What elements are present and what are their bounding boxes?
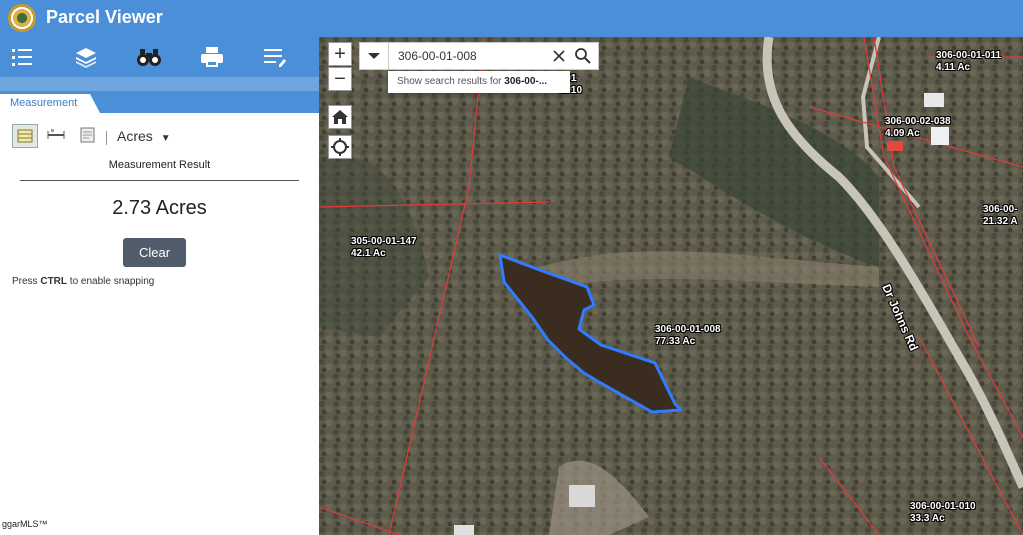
panel-tabbar: Measurement: [0, 91, 319, 113]
layers-icon[interactable]: [73, 45, 99, 69]
parcel-label: 306-00-01-008 77.33 Ac: [655, 324, 721, 347]
satellite-imagery: [319, 37, 1023, 535]
parcel-label: 306-00-01-010 33.3 Ac: [910, 501, 976, 524]
edit-list-icon[interactable]: [262, 45, 288, 69]
snapping-hint: Press CTRL to enable snapping: [12, 276, 155, 287]
hint-key: CTRL: [40, 276, 68, 287]
result-label: Measurement Result: [108, 159, 211, 171]
clear-search-icon[interactable]: [550, 47, 568, 70]
measurement-panel: Acres ▼ Measurement Result 2.73 Acres Cl…: [0, 113, 319, 535]
zoom-in-button[interactable]: +: [328, 42, 352, 66]
tool-divider: [106, 131, 107, 145]
zoom-out-button[interactable]: −: [328, 67, 352, 91]
search-source-dropdown[interactable]: [360, 43, 389, 69]
locate-button[interactable]: [328, 135, 352, 159]
list-icon[interactable]: [10, 45, 36, 69]
parcel-label: 306-00-01-011 4.11 Ac: [936, 50, 1002, 73]
result-value: 2.73 Acres: [112, 197, 207, 219]
search-input[interactable]: 306-00-01-008: [398, 49, 477, 63]
main-toolbar: [0, 37, 319, 77]
county-seal-logo: [8, 4, 36, 32]
parcel-label: 306-00- 21.32 A: [983, 204, 1018, 227]
print-icon[interactable]: [199, 45, 225, 69]
home-button[interactable]: [328, 105, 352, 129]
parcel-label: 306-00-02-038 4.09 Ac: [885, 116, 951, 139]
binoculars-icon[interactable]: [136, 45, 162, 69]
clear-button[interactable]: Clear: [123, 238, 186, 267]
map-view[interactable]: 306-00-01-011 4.11 Ac 306-00-02-038 4.09 A…: [319, 37, 1023, 535]
parcel-label: 305-00-01-147 42.1 Ac: [351, 236, 417, 259]
caret-down-icon: [368, 53, 380, 59]
home-icon: [332, 110, 348, 124]
search-widget: 306-00-01-008: [359, 42, 599, 70]
result-divider: [20, 180, 299, 181]
location-measure-icon[interactable]: [76, 124, 102, 148]
search-suggestion[interactable]: Show search results for 306-00-...: [388, 71, 570, 93]
unit-label: Acres: [117, 128, 153, 144]
distance-measure-icon[interactable]: [44, 124, 70, 148]
app-title: Parcel Viewer: [46, 7, 163, 27]
tab-measurement[interactable]: Measurement: [0, 94, 100, 113]
toolbar-sub-strip: [0, 77, 319, 91]
search-icon[interactable]: [574, 47, 592, 70]
mls-watermark: ggarMLS™: [2, 519, 48, 529]
area-measure-icon[interactable]: [12, 124, 38, 148]
app-header: Parcel Viewer: [0, 0, 1023, 37]
caret-down-icon: ▼: [160, 133, 171, 144]
unit-dropdown[interactable]: Acres ▼: [117, 128, 171, 144]
locate-icon: [331, 138, 349, 156]
